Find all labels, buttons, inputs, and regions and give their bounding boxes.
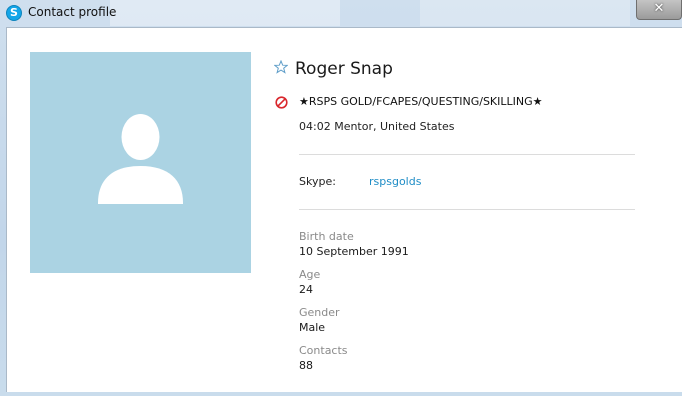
birth-date-value: 10 September 1991 — [299, 245, 409, 258]
close-button[interactable]: ✕ — [636, 0, 682, 20]
birth-date-label: Birth date — [299, 230, 354, 243]
default-user-avatar-icon — [98, 114, 183, 204]
skype-icon: S — [6, 5, 22, 21]
divider — [299, 209, 635, 210]
gender-value: Male — [299, 321, 326, 334]
local-time-location: 04:02 Mentor, United States — [299, 120, 455, 133]
age-label: Age — [299, 268, 321, 281]
close-icon: ✕ — [653, 1, 665, 16]
contacts-label: Contacts — [299, 344, 348, 357]
divider — [299, 154, 635, 155]
skype-name-link[interactable]: rspsgolds — [369, 175, 421, 188]
avatar — [30, 52, 251, 273]
do-not-disturb-icon — [275, 96, 288, 109]
gender-label: Gender — [299, 306, 340, 319]
window-title: Contact profile — [28, 5, 117, 19]
contact-name: Roger Snap — [295, 59, 393, 79]
star-outline-icon[interactable] — [274, 60, 288, 74]
contacts-value: 88 — [299, 359, 313, 372]
age-value: 24 — [299, 283, 313, 296]
profile-panel: Roger Snap ★RSPS GOLD/FCAPES/QUESTING/SK… — [6, 27, 682, 392]
skype-name-label: Skype: — [299, 175, 336, 188]
mood-message: ★RSPS GOLD/FCAPES/QUESTING/SKILLING★ — [299, 95, 543, 108]
title-bar[interactable]: S Contact profile ✕ — [0, 0, 682, 27]
